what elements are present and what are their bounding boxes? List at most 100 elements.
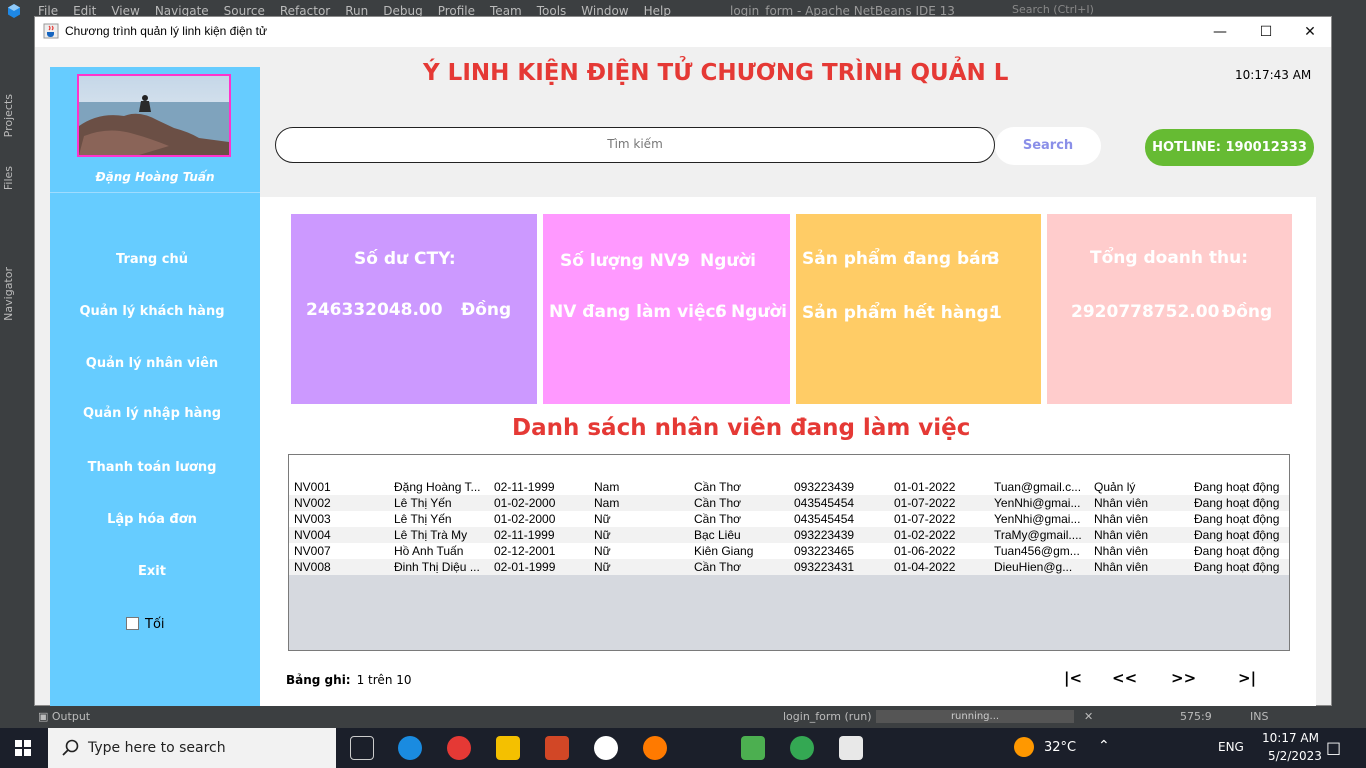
edge-icon[interactable] [398, 736, 422, 760]
language-indicator[interactable]: ENG [1218, 740, 1244, 754]
output-tab[interactable]: ▣ Output [38, 710, 90, 723]
app-heading: Ý LINH KIỆN ĐIỆN TỬ CHƯƠNG TRÌNH QUẢN L [423, 60, 1009, 86]
employee-table: Mã NVHọ tên NVNgày sinhGiới tínhĐịa chỉS… [288, 454, 1290, 651]
table-cell: Lê Thị Trà My [394, 528, 468, 542]
table-cell: Đinh Thị Diệu ... [394, 560, 480, 574]
table-cell: Nữ [594, 544, 611, 558]
table-cell: 02-01-1999 [494, 560, 556, 574]
window-title: Chương trình quản lý linh kiện điện tử [65, 24, 268, 38]
table-cell: 02-11-1999 [494, 480, 555, 494]
table-cell: 043545454 [794, 512, 855, 526]
table-row[interactable]: NV003 Lê Thị Yến 01-02-2000 Nữ Cần Thơ 043545… [289, 511, 1289, 527]
file-explorer-icon[interactable] [496, 736, 520, 760]
stop-run-icon[interactable]: ✕ [1084, 710, 1093, 723]
projects-tab[interactable]: Projects [2, 94, 15, 137]
table-row[interactable]: NV002 Lê Thị Yến 01-02-2000 Nam Cần Thơ 04354… [289, 495, 1289, 511]
dashboard-content: Số dư CTY: 246332048.00 Đồng Số lượng NV… [260, 197, 1316, 707]
table-row[interactable]: NV008 Đinh Thị Diệu ... 02-01-1999 Nữ Cần Th… [289, 559, 1289, 575]
balance-label: Số dư CTY: [354, 249, 456, 269]
dark-mode-checkbox[interactable]: Tối [126, 617, 165, 632]
table-row[interactable]: NV001 Đặng Hoàng T... 02-11-1999 Nam Cần Thơ… [289, 479, 1289, 495]
nav-invoice[interactable]: Lập hóa đơn [50, 512, 254, 527]
windows-start-icon[interactable] [15, 740, 31, 756]
table-cell: YenNhi@gmai... [994, 496, 1081, 510]
zalo-icon[interactable] [594, 736, 618, 760]
nav-payroll[interactable]: Thanh toán lương [50, 460, 254, 475]
sidebar-divider [50, 192, 260, 193]
firefox-icon[interactable] [643, 736, 667, 760]
last-page-button[interactable]: >| [1238, 669, 1256, 687]
table-cell: 093223465 [794, 544, 855, 558]
minimize-button[interactable]: — [1197, 17, 1243, 47]
table-row[interactable]: NV004 Lê Thị Trà My 02-11-1999 Nữ Bạc Liêu 09… [289, 527, 1289, 543]
table-cell: Tuan@gmail.c... [994, 480, 1082, 494]
netbeans-icon[interactable] [741, 736, 765, 760]
taskbar: Type here to search 32°C ⌃ ENG 10:17 AM … [0, 728, 1366, 768]
insert-mode: INS [1250, 710, 1269, 723]
chrome-icon[interactable] [447, 736, 471, 760]
revenue-card: Tổng doanh thu: 2920778752.00 Đồng [1047, 214, 1292, 404]
weather-temp: 32°C [1044, 740, 1077, 755]
table-cell: Cần Thơ [694, 512, 742, 526]
first-page-button[interactable]: |< [1064, 669, 1082, 687]
table-cell: Nhân viên [1094, 496, 1149, 510]
nav-exit[interactable]: Exit [50, 564, 254, 579]
files-tab[interactable]: Files [2, 166, 15, 190]
search-button[interactable]: Search [995, 127, 1101, 165]
output-tab-label: Output [51, 710, 91, 723]
table-cell: Đặng Hoàng T... [394, 480, 481, 494]
table-cell: NV001 [294, 480, 331, 494]
checkbox-box[interactable] [126, 617, 139, 630]
table-cell: Cần Thơ [694, 560, 742, 574]
user-name: Đặng Hoàng Tuấn [95, 170, 215, 184]
table-cell: 093223439 [794, 480, 855, 494]
records-label: Bảng ghi: [286, 673, 351, 687]
next-page-button[interactable]: >> [1171, 669, 1196, 687]
table-row[interactable]: NV007 Hồ Anh Tuấn 02-12-2001 Nữ Kiên Giang 09… [289, 543, 1289, 559]
table-cell: YenNhi@gmai... [994, 512, 1081, 526]
hotline-badge: HOTLINE: 190012333 [1145, 129, 1314, 166]
taskbar-search-placeholder: Type here to search [88, 740, 226, 756]
close-button[interactable]: ✕ [1287, 17, 1333, 47]
nav-employees[interactable]: Quản lý nhân viên [50, 356, 254, 371]
table-cell: Nhân viên [1094, 528, 1149, 542]
tray-chevron-icon[interactable]: ⌃ [1098, 738, 1110, 754]
nav-customers[interactable]: Quản lý khách hàng [50, 304, 254, 319]
taskbar-search[interactable]: Type here to search [48, 728, 336, 768]
products-out: 1 [990, 303, 1002, 323]
nav-home[interactable]: Trang chủ [50, 252, 254, 267]
revenue-value: 2920778752.00 [1071, 302, 1220, 322]
search-input[interactable]: Tìm kiếm [275, 127, 995, 163]
table-cell: Lê Thị Yến [394, 496, 452, 510]
chrome-profile-icon[interactable] [790, 736, 814, 760]
table-cell: Nhân viên [1094, 512, 1149, 526]
table-cell: TraMy@gmail.... [994, 528, 1082, 542]
avatar-photo [79, 76, 229, 155]
clock-date: 5/2/2023 [1268, 749, 1322, 763]
cursor-position: 575:9 [1180, 710, 1212, 723]
staff-working-label: NV đang làm việc: [549, 302, 723, 322]
table-cell: NV008 [294, 560, 331, 574]
records-value: 1 trên 10 [356, 673, 412, 687]
table-cell: Lê Thị Yến [394, 512, 452, 526]
maximize-button[interactable]: ☐ [1243, 17, 1289, 47]
table-cell: Nam [594, 480, 620, 494]
ide-status-bar: ▣ Output login_form (run) running... ✕ 5… [0, 706, 1366, 728]
table-cell: 093223439 [794, 528, 855, 542]
revenue-label: Tổng doanh thu: [1090, 248, 1249, 268]
search-icon [62, 739, 79, 756]
java-icon[interactable] [839, 736, 863, 760]
staff-count-unit: Người [700, 251, 757, 271]
table-cell: Đang hoạt động [1194, 544, 1280, 558]
revenue-unit: Đồng [1222, 302, 1273, 322]
search-app-icon[interactable] [692, 736, 716, 760]
ide-left-panel: Projects Files Navigator [0, 22, 34, 706]
prev-page-button[interactable]: << [1112, 669, 1137, 687]
notifications-icon[interactable]: □ [1326, 738, 1341, 757]
navigator-tab[interactable]: Navigator [2, 267, 15, 321]
table-cell: Đang hoạt động [1194, 528, 1280, 542]
task-view-icon[interactable] [350, 736, 374, 760]
powerpoint-icon[interactable] [545, 736, 569, 760]
nav-imports[interactable]: Quản lý nhập hàng [50, 406, 254, 421]
table-cell: 01-02-2022 [894, 528, 956, 542]
